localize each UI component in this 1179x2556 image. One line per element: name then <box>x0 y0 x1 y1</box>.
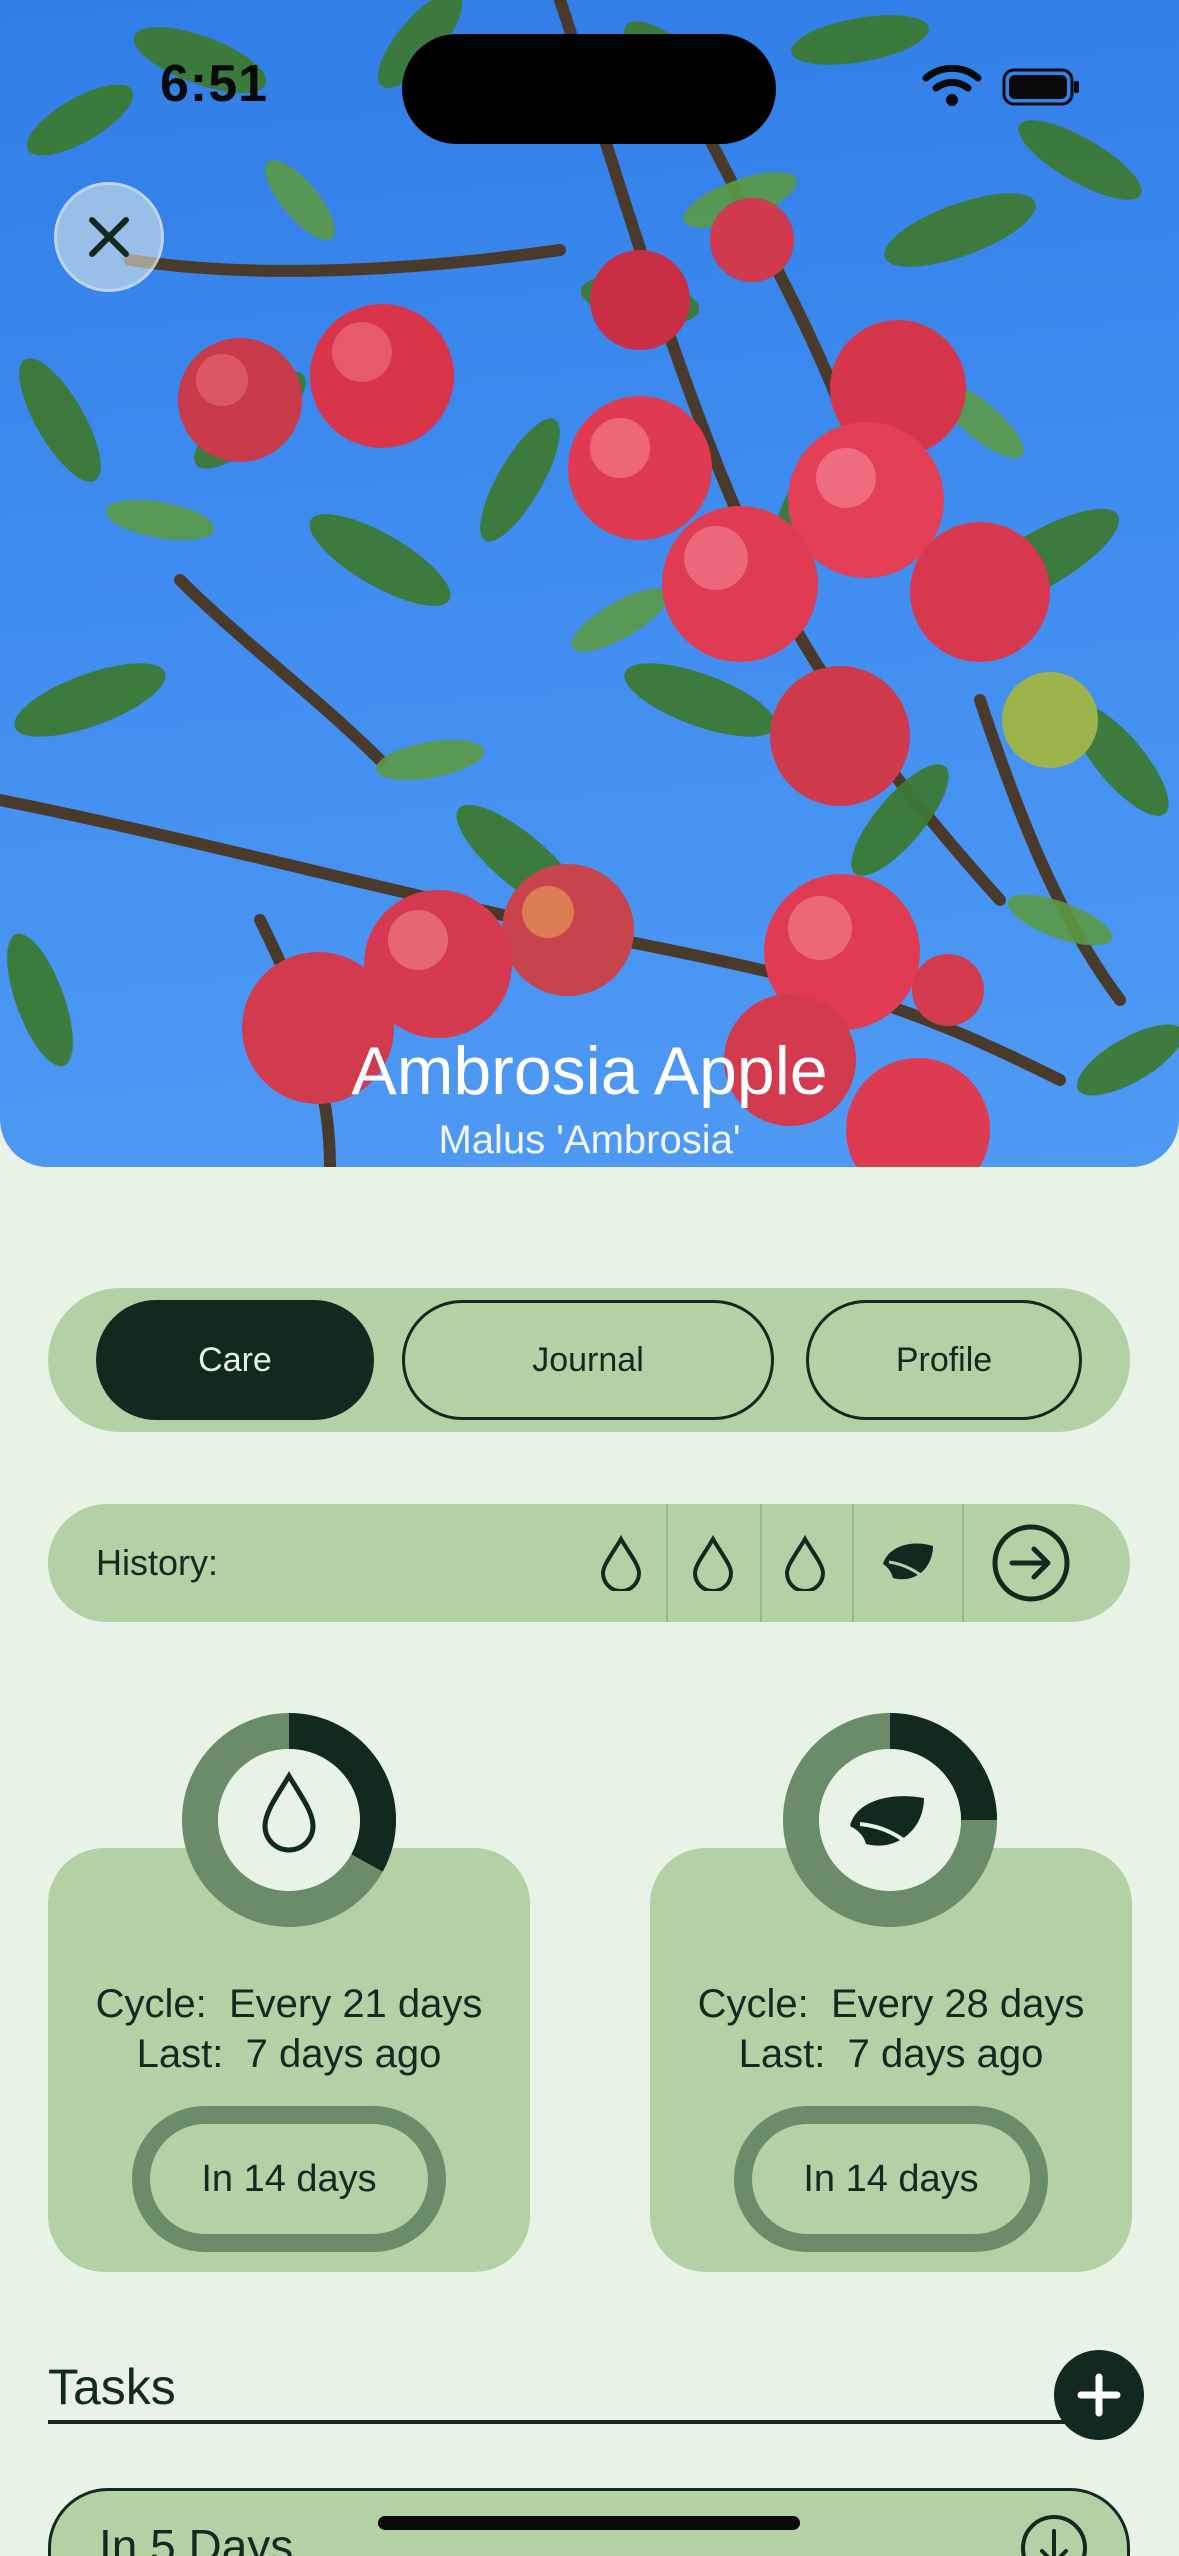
last-value: 7 days ago <box>847 2032 1044 2076</box>
plant-hero-image: 6:51 Ambrosia Apple Malus 'Ambrosia' <box>0 0 1179 1167</box>
water-drop-icon <box>590 1532 652 1594</box>
fertilizing-due-button[interactable]: In 14 days <box>734 2106 1048 2252</box>
history-bar[interactable]: History: <box>48 1504 1130 1622</box>
close-icon <box>89 217 129 257</box>
fertilizing-cycle-row: Cycle: Every 28 days <box>650 1982 1132 2027</box>
home-indicator <box>378 2516 800 2530</box>
cycle-value: Every 21 days <box>228 1982 483 2026</box>
apple-tree-photo <box>0 0 1179 1167</box>
history-divider <box>852 1504 854 1622</box>
arrow-down-circle-icon[interactable] <box>1019 2513 1089 2556</box>
plus-icon <box>1077 2373 1121 2417</box>
arrow-right-circle-icon[interactable] <box>990 1522 1072 1604</box>
close-button[interactable] <box>54 182 164 292</box>
fertilizing-progress-ring <box>783 1713 997 1927</box>
tasks-heading: Tasks <box>48 2359 176 2415</box>
wifi-icon <box>922 64 982 106</box>
last-label: Last: <box>738 2032 826 2076</box>
history-label: History: <box>96 1542 219 1583</box>
leaf-icon <box>878 1532 940 1594</box>
tab-care[interactable]: Care <box>96 1300 374 1420</box>
battery-icon <box>1002 68 1079 106</box>
history-divider <box>666 1504 668 1622</box>
segmented-tabs: Care Journal Profile <box>48 1288 1130 1432</box>
water-drop-icon <box>774 1532 836 1594</box>
history-divider <box>760 1504 762 1622</box>
tab-profile[interactable]: Profile <box>806 1300 1082 1420</box>
task-group-label: In 5 Days <box>99 2520 294 2556</box>
add-task-button[interactable] <box>1054 2350 1144 2440</box>
history-divider <box>962 1504 964 1622</box>
cycle-label: Cycle: <box>697 1982 809 2026</box>
cycle-value: Every 28 days <box>830 1982 1085 2026</box>
plant-name: Ambrosia Apple <box>351 1033 828 1109</box>
status-time: 6:51 <box>160 55 269 113</box>
watering-due-button[interactable]: In 14 days <box>132 2106 446 2252</box>
last-label: Last: <box>136 2032 224 2076</box>
plant-latin-name: Malus 'Ambrosia' <box>438 1118 741 1162</box>
fertilizing-last-row: Last: 7 days ago <box>650 2032 1132 2077</box>
tasks-divider <box>48 2420 1078 2424</box>
last-value: 7 days ago <box>245 2032 442 2076</box>
cycle-label: Cycle: <box>95 1982 207 2026</box>
dynamic-island <box>402 34 776 144</box>
water-drop-icon <box>682 1532 744 1594</box>
status-icons <box>922 64 1079 106</box>
watering-last-row: Last: 7 days ago <box>48 2032 530 2077</box>
watering-progress-ring <box>182 1713 396 1927</box>
tab-journal[interactable]: Journal <box>402 1300 774 1420</box>
watering-cycle-row: Cycle: Every 21 days <box>48 1982 530 2027</box>
